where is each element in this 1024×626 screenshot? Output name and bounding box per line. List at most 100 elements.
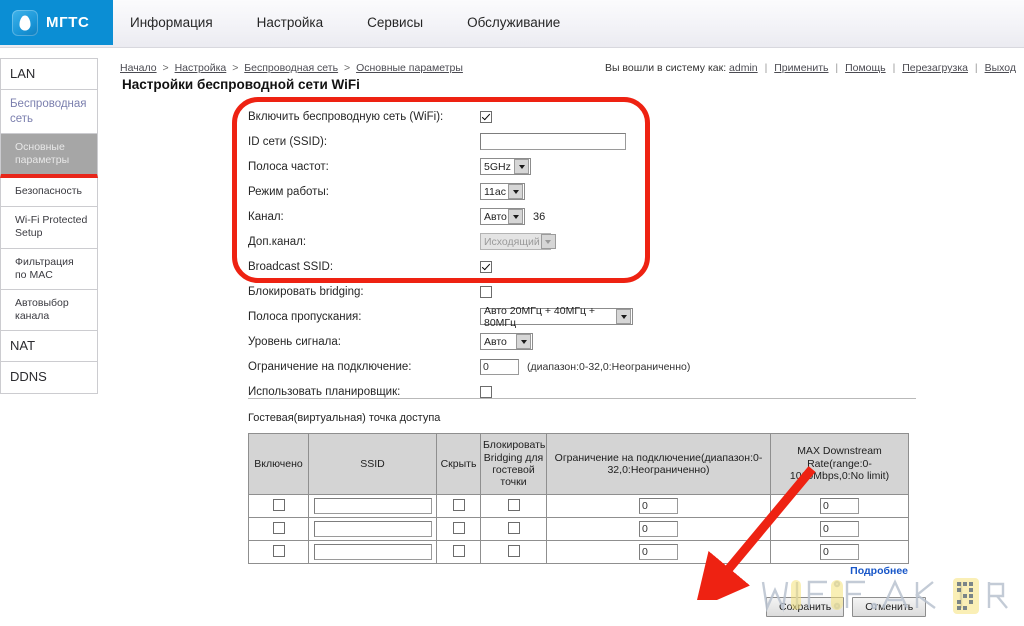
broadcast-ssid-checkbox[interactable]: [480, 261, 492, 273]
sidebar-item-wps[interactable]: Wi-Fi Protected Setup: [0, 207, 98, 248]
signal-level-select[interactable]: Авто: [480, 333, 533, 350]
chevron-down-icon: [508, 209, 523, 224]
guest-section-title: Гостевая(виртуальная) точка доступа: [248, 412, 440, 424]
label-bandwidth: Полоса пропускания:: [248, 311, 480, 323]
table-row: [249, 495, 909, 518]
more-details-link[interactable]: Подробнее: [850, 565, 908, 577]
guest-ssid-input[interactable]: [314, 521, 432, 537]
guest-enabled-checkbox[interactable]: [273, 522, 285, 534]
label-subchannel: Доп.канал:: [248, 236, 480, 248]
column-max-clients: Ограничение на подключение(диапазон:0-32…: [547, 434, 771, 495]
chevron-down-icon: [514, 159, 529, 174]
guest-ap-table: Включено SSID Скрыть Блокировать Bridgin…: [248, 433, 909, 564]
reboot-link[interactable]: Перезагрузка: [902, 62, 968, 74]
guest-max-rate-input[interactable]: [820, 498, 859, 514]
label-max-clients: Ограничение на подключение:: [248, 361, 480, 373]
ssid-input[interactable]: [480, 133, 626, 150]
sidebar-item-basic-params[interactable]: Основные параметры: [0, 134, 98, 178]
field-block-bridging: Блокировать bridging:: [248, 279, 938, 304]
separator: |: [893, 62, 896, 74]
band-value: 5GHz: [484, 161, 511, 173]
logout-link[interactable]: Выход: [985, 62, 1016, 74]
sidebar-item-lan[interactable]: LAN: [0, 58, 98, 90]
guest-ssid-input[interactable]: [314, 498, 432, 514]
wireless-settings-form: Включить беспроводную сеть (WiFi): ID се…: [248, 104, 938, 404]
sidebar-item-auto-channel[interactable]: Автовыбор канала: [0, 290, 98, 331]
bandwidth-value: Авто 20МГц + 40МГц + 80МГц: [484, 305, 615, 329]
brand-name: МГТС: [46, 14, 89, 31]
scheduler-checkbox[interactable]: [480, 386, 492, 398]
guest-block-bridging-checkbox[interactable]: [508, 545, 520, 557]
channel-select[interactable]: Авто: [480, 208, 525, 225]
field-band: Полоса частот: 5GHz: [248, 154, 938, 179]
cell-block-bridging: [481, 495, 547, 518]
breadcrumb-item-settings[interactable]: Настройка: [175, 62, 227, 74]
field-enable-wifi: Включить беспроводную сеть (WiFi):: [248, 104, 938, 129]
guest-hide-checkbox[interactable]: [453, 522, 465, 534]
login-prefix: Вы вошли в систему как:: [605, 62, 726, 74]
sidebar: LAN Беспроводная сеть Основные параметры…: [0, 58, 98, 394]
cell-hide: [437, 495, 481, 518]
table-row: [249, 541, 909, 564]
sidebar-item-ddns[interactable]: DDNS: [0, 362, 98, 393]
nav-item-settings[interactable]: Настройка: [257, 15, 323, 30]
label-enable-wifi: Включить беспроводную сеть (WiFi):: [248, 111, 480, 123]
breadcrumb-item-home[interactable]: Начало: [120, 62, 157, 74]
save-button[interactable]: Сохранить: [766, 597, 844, 617]
separator: |: [975, 62, 978, 74]
login-status-bar: Вы вошли в систему как: admin | Применит…: [605, 62, 1016, 74]
guest-enabled-checkbox[interactable]: [273, 499, 285, 511]
guest-max-clients-input[interactable]: [639, 521, 678, 537]
label-block-bridging: Блокировать bridging:: [248, 286, 480, 298]
sidebar-item-wireless[interactable]: Беспроводная сеть: [0, 90, 98, 134]
label-broadcast-ssid: Broadcast SSID:: [248, 261, 480, 273]
sidebar-item-security[interactable]: Безопасность: [0, 178, 98, 207]
table-row: [249, 518, 909, 541]
brand-logo[interactable]: МГТС: [0, 0, 113, 45]
max-clients-input[interactable]: [480, 359, 519, 375]
enable-wifi-checkbox[interactable]: [480, 111, 492, 123]
page-title: Настройки беспроводной сети WiFi: [122, 77, 360, 92]
breadcrumb-item-wireless[interactable]: Беспроводная сеть: [244, 62, 338, 74]
sidebar-item-nat[interactable]: NAT: [0, 331, 98, 362]
guest-max-rate-input[interactable]: [820, 521, 859, 537]
field-max-clients: Ограничение на подключение: (диапазон:0-…: [248, 354, 938, 379]
cell-max-rate: [771, 518, 909, 541]
nav-item-information[interactable]: Информация: [130, 15, 213, 30]
nav-item-maintenance[interactable]: Обслуживание: [467, 15, 560, 30]
cell-max-rate: [771, 541, 909, 564]
field-scheduler: Использовать планировщик:: [248, 379, 938, 404]
cell-max-rate: [771, 495, 909, 518]
chevron-down-icon: [541, 234, 556, 249]
guest-block-bridging-checkbox[interactable]: [508, 499, 520, 511]
current-user[interactable]: admin: [729, 62, 758, 74]
breadcrumb-separator: >: [163, 62, 169, 74]
breadcrumb-item-basic-params[interactable]: Основные параметры: [356, 62, 463, 74]
guest-max-clients-input[interactable]: [639, 498, 678, 514]
help-link[interactable]: Помощь: [845, 62, 886, 74]
apply-link[interactable]: Применить: [774, 62, 828, 74]
nav-item-services[interactable]: Сервисы: [367, 15, 423, 30]
block-bridging-checkbox[interactable]: [480, 286, 492, 298]
guest-enabled-checkbox[interactable]: [273, 545, 285, 557]
field-subchannel: Доп.канал: Исходящий: [248, 229, 938, 254]
cell-ssid: [309, 541, 437, 564]
signal-level-value: Авто: [484, 336, 507, 348]
cell-hide: [437, 541, 481, 564]
guest-max-rate-input[interactable]: [820, 544, 859, 560]
sidebar-item-mac-filter[interactable]: Фильтрация по MAC: [0, 249, 98, 290]
bandwidth-select[interactable]: Авто 20МГц + 40МГц + 80МГц: [480, 308, 633, 325]
band-select[interactable]: 5GHz: [480, 158, 531, 175]
section-divider: [248, 398, 916, 399]
guest-hide-checkbox[interactable]: [453, 499, 465, 511]
breadcrumb: Начало > Настройка > Беспроводная сеть >…: [120, 62, 463, 74]
guest-ssid-input[interactable]: [314, 544, 432, 560]
mode-select[interactable]: 11ac: [480, 183, 525, 200]
cancel-button[interactable]: Отменить: [852, 597, 926, 617]
guest-max-clients-input[interactable]: [639, 544, 678, 560]
guest-hide-checkbox[interactable]: [453, 545, 465, 557]
cell-ssid: [309, 495, 437, 518]
column-max-rate: MAX Downstream Rate(range:0-1000Mbps,0:N…: [771, 434, 909, 495]
guest-block-bridging-checkbox[interactable]: [508, 522, 520, 534]
cell-block-bridging: [481, 518, 547, 541]
